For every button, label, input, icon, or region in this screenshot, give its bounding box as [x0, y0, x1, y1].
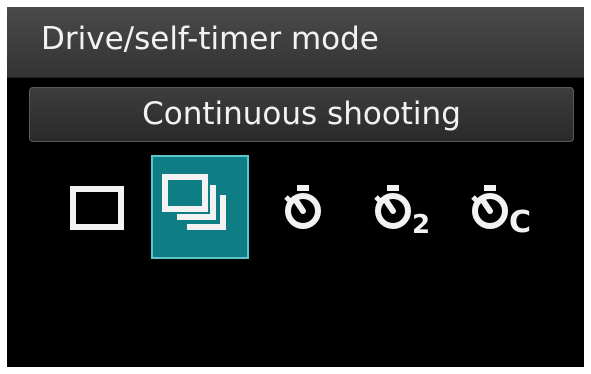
single-shot-icon: [70, 186, 124, 230]
self-timer-2sec-option[interactable]: 2: [365, 155, 445, 259]
continuous-shooting-option[interactable]: [151, 155, 249, 259]
continuous-shooting-icon: [162, 174, 226, 230]
self-timer-option[interactable]: [272, 155, 338, 259]
selected-mode-label: Continuous shooting: [142, 96, 461, 132]
timer-suffix: 2: [412, 210, 430, 240]
self-timer-icon: [284, 185, 321, 229]
menu-title: Drive/self-timer mode: [41, 21, 379, 57]
self-timer-continuous-option[interactable]: C: [462, 155, 547, 259]
selected-mode-display: Continuous shooting: [29, 87, 574, 142]
self-timer-2sec-icon: 2: [374, 185, 430, 240]
timer-suffix: C: [509, 205, 531, 240]
drive-mode-options: 2 C: [7, 155, 584, 259]
self-timer-continuous-icon: C: [471, 185, 531, 240]
title-bar: Drive/self-timer mode: [7, 7, 584, 78]
camera-menu-screen: Drive/self-timer mode Continuous shootin…: [7, 7, 584, 367]
single-shot-option[interactable]: [59, 155, 139, 259]
